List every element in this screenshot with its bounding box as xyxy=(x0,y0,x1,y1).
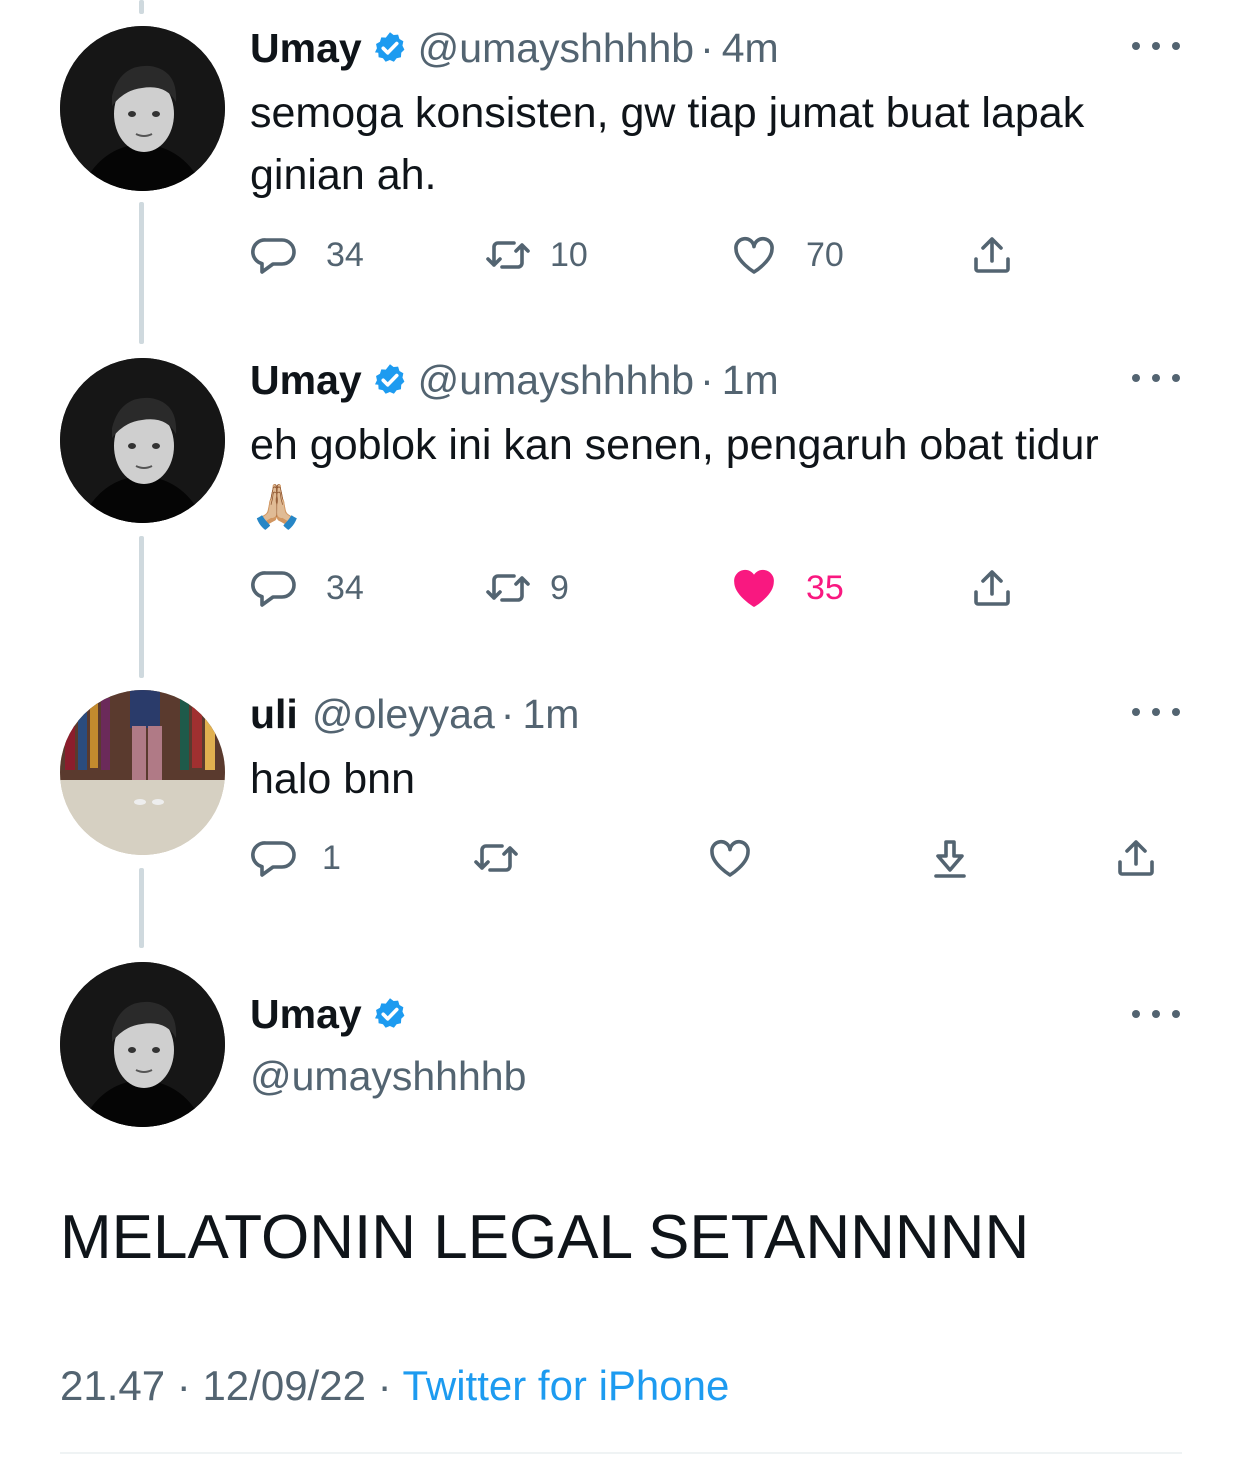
reply-count: 34 xyxy=(326,235,364,274)
separator-dot: · xyxy=(176,1362,191,1409)
tweet-time[interactable]: 4m xyxy=(722,24,779,72)
tweet-header: uli @oleyyaa · 1m xyxy=(250,690,579,738)
download-icon xyxy=(934,840,966,878)
like-button[interactable]: 35 xyxy=(730,563,844,613)
reply-icon xyxy=(251,571,296,607)
reply-icon xyxy=(251,841,296,877)
more-options-icon[interactable] xyxy=(1132,702,1180,722)
share-icon xyxy=(974,570,1010,606)
reply-button[interactable]: 34 xyxy=(250,230,364,280)
retweet-icon xyxy=(486,241,530,269)
retweet-button[interactable]: 9 xyxy=(484,563,569,613)
separator-dot: · xyxy=(700,357,714,403)
main-tweet-text: MELATONIN LEGAL SETANNNNN xyxy=(60,1203,1030,1272)
author-handle[interactable]: @umayshhhhb xyxy=(418,356,694,404)
reply-icon xyxy=(251,238,296,274)
tweet-time[interactable]: 1m xyxy=(722,356,779,404)
retweet-icon xyxy=(486,574,530,602)
heart-icon xyxy=(710,839,750,877)
thread-line-top xyxy=(139,0,144,14)
main-tweet-name-row: Umay xyxy=(250,990,418,1038)
author-name[interactable]: uli xyxy=(250,690,298,738)
retweet-button[interactable] xyxy=(472,833,520,883)
share-button[interactable] xyxy=(1112,833,1160,883)
tweet-actions: 34 10 70 xyxy=(250,230,1180,280)
tweet-timestamp: 21.47 · 12/09/22 · Twitter for iPhone xyxy=(60,1358,729,1414)
main-tweet-handle-row: @umayshhhhb xyxy=(250,1052,526,1100)
avatar-photo-image xyxy=(60,690,225,855)
tweet-actions: 34 9 35 xyxy=(250,563,1180,613)
avatar-portrait-image xyxy=(60,358,225,523)
like-button[interactable]: 70 xyxy=(730,230,844,280)
tweet-text: semoga konsisten, gw tiap jumat buat lap… xyxy=(250,89,1085,199)
more-options-icon[interactable] xyxy=(1132,36,1180,56)
avatar-portrait-image xyxy=(60,962,225,1127)
share-button[interactable] xyxy=(968,230,1016,280)
reply-count: 1 xyxy=(322,838,341,877)
thread-line-3 xyxy=(139,868,144,948)
verified-badge-icon xyxy=(374,364,405,394)
reply-button[interactable]: 1 xyxy=(250,833,341,883)
separator-dot: · xyxy=(500,691,515,737)
share-icon xyxy=(974,237,1010,273)
verified-badge-icon xyxy=(374,32,405,62)
thread-line-2 xyxy=(139,536,144,678)
tweet-text: halo bnn xyxy=(250,755,415,803)
retweet-count: 9 xyxy=(550,568,569,607)
tweet-text: eh goblok ini kan senen, pengaruh obat t… xyxy=(250,421,1099,531)
separator-dot: · xyxy=(700,25,714,71)
reply-count: 34 xyxy=(326,568,364,607)
retweet-icon xyxy=(474,844,518,872)
divider xyxy=(60,1452,1182,1454)
tweet-source-link[interactable]: Twitter for iPhone xyxy=(403,1362,730,1409)
tweet-header: Umay @umayshhhhb · 1m xyxy=(250,356,779,404)
like-count: 70 xyxy=(806,235,844,274)
download-button[interactable] xyxy=(926,833,974,883)
avatar-umay[interactable] xyxy=(60,962,225,1127)
share-icon xyxy=(1118,840,1154,876)
tweet-time[interactable]: 21.47 xyxy=(60,1362,165,1409)
share-button[interactable] xyxy=(968,563,1016,613)
retweet-button[interactable]: 10 xyxy=(484,230,588,280)
tweet-header: Umay @umayshhhhb · 4m xyxy=(250,24,779,72)
tweet-actions: 1 xyxy=(250,833,1180,883)
like-count: 35 xyxy=(806,568,844,607)
avatar-uli[interactable] xyxy=(60,690,225,855)
author-handle[interactable]: @umayshhhhb xyxy=(250,1052,526,1100)
author-name[interactable]: Umay xyxy=(250,24,362,72)
separator-dot: · xyxy=(377,1362,392,1409)
heart-filled-icon xyxy=(734,569,774,607)
author-name[interactable]: Umay xyxy=(250,356,362,404)
author-name[interactable]: Umay xyxy=(250,990,362,1038)
more-options-icon[interactable] xyxy=(1132,368,1180,388)
author-handle[interactable]: @umayshhhhb xyxy=(418,24,694,72)
tweet-date[interactable]: 12/09/22 xyxy=(202,1362,366,1409)
tweet-time[interactable]: 1m xyxy=(522,690,579,738)
retweet-count: 10 xyxy=(550,235,588,274)
avatar-portrait-image xyxy=(60,26,225,191)
thread-line-1 xyxy=(139,202,144,344)
avatar-umay[interactable] xyxy=(60,358,225,523)
more-options-icon[interactable] xyxy=(1132,1004,1180,1024)
avatar-umay[interactable] xyxy=(60,26,225,191)
like-button[interactable] xyxy=(706,833,754,883)
heart-icon xyxy=(734,236,774,274)
reply-button[interactable]: 34 xyxy=(250,563,364,613)
verified-badge-icon xyxy=(374,998,405,1028)
author-handle[interactable]: @oleyyaa xyxy=(312,690,495,738)
